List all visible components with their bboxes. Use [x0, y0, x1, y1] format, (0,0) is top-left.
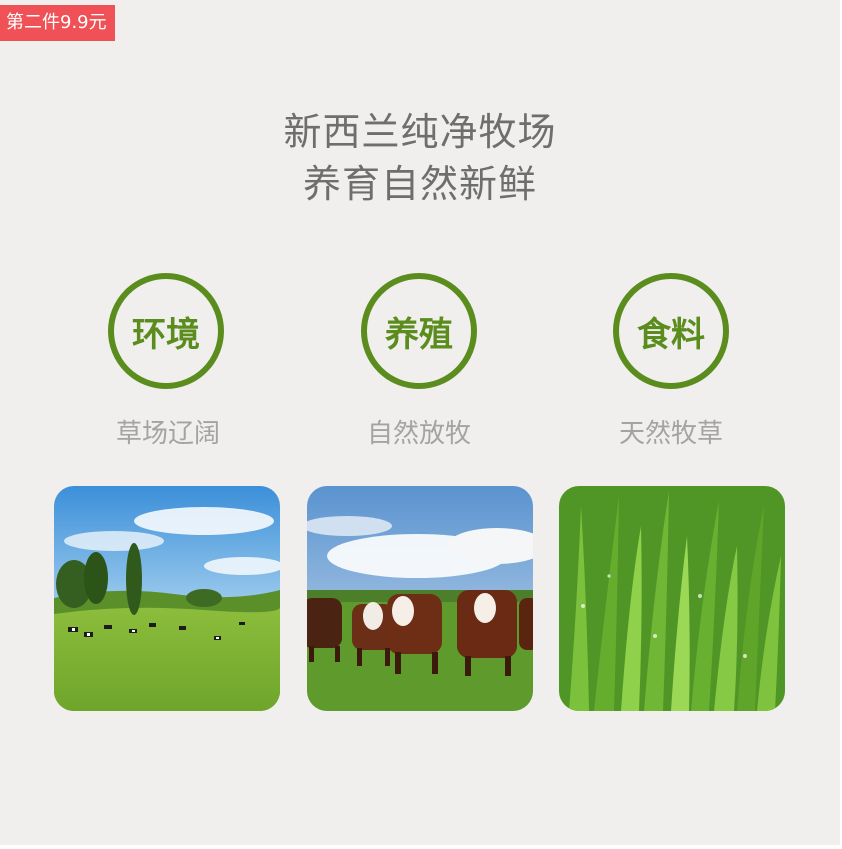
- grass-image: [559, 486, 785, 711]
- headline-line-1: 新西兰纯净牧场: [283, 110, 557, 154]
- cattle-image: [307, 486, 533, 711]
- feature-circle-environment: 环境: [108, 273, 224, 389]
- pasture-photo: [54, 486, 280, 711]
- grass-photo: [559, 486, 785, 711]
- feature-title-environment: 环境: [132, 314, 200, 355]
- headline-line-2: 养育自然新鲜: [302, 162, 537, 206]
- cattle-photo: [307, 486, 533, 711]
- promo-badge[interactable]: 第二件9.9元: [0, 5, 115, 41]
- feature-circle-feed: 食料: [613, 273, 729, 389]
- pasture-image: [54, 486, 280, 711]
- feature-title-feed: 食料: [637, 314, 705, 355]
- feature-circle-breeding: 养殖: [361, 273, 477, 389]
- feature-subtitle-feed: 天然牧草: [618, 419, 723, 449]
- feature-subtitle-environment: 草场辽阔: [115, 419, 220, 449]
- product-detail-panel: 第二件9.9元 新西兰纯净牧场 养育自然新鲜 环境 草场辽阔 养殖 自然放牧 食…: [0, 0, 842, 849]
- feature-title-breeding: 养殖: [385, 314, 453, 355]
- feature-subtitle-breeding: 自然放牧: [366, 419, 471, 449]
